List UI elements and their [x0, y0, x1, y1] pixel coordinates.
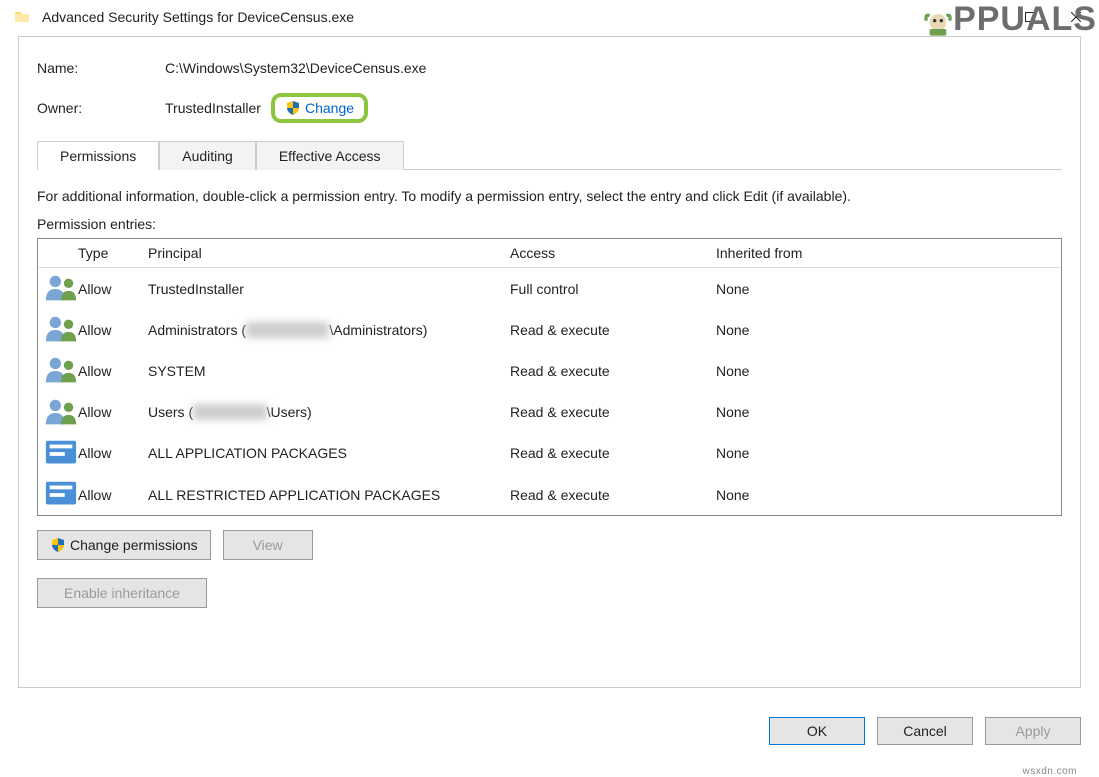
dialog-buttons: OK Cancel Apply	[769, 717, 1081, 745]
cancel-button[interactable]: Cancel	[877, 717, 973, 745]
cell-principal: ALL APPLICATION PACKAGES	[148, 445, 510, 461]
permission-table: Type Principal Access Inherited from All…	[37, 238, 1062, 516]
cell-access: Read & execute	[510, 363, 716, 379]
tab-auditing[interactable]: Auditing	[159, 141, 256, 170]
folder-icon	[14, 9, 30, 25]
people-icon	[44, 372, 78, 388]
cell-principal: TrustedInstaller	[148, 281, 510, 297]
shield-icon	[50, 537, 66, 553]
ok-button[interactable]: OK	[769, 717, 865, 745]
watermark: wsxdn.com	[1022, 766, 1077, 777]
change-permissions-button[interactable]: Change permissions	[37, 530, 211, 560]
change-label: Change	[305, 100, 354, 116]
change-permissions-label: Change permissions	[70, 537, 198, 553]
enable-inheritance-button[interactable]: Enable inheritance	[37, 578, 207, 608]
cell-type: Allow	[78, 404, 148, 420]
dialog-content: Name: C:\Windows\System32\DeviceCensus.e…	[18, 36, 1081, 688]
cell-type: Allow	[78, 363, 148, 379]
apply-button[interactable]: Apply	[985, 717, 1081, 745]
window-title: Advanced Security Settings for DeviceCen…	[42, 9, 1007, 25]
owner-value: TrustedInstaller	[165, 100, 261, 116]
table-header: Type Principal Access Inherited from	[38, 239, 1061, 268]
shield-icon	[285, 100, 301, 116]
tab-effective-access[interactable]: Effective Access	[256, 141, 404, 170]
cell-principal: SYSTEM	[148, 363, 510, 379]
package-icon	[44, 454, 78, 470]
cell-inherited: None	[716, 487, 1055, 503]
table-row[interactable]: AllowSYSTEMRead & executeNone	[38, 350, 1061, 391]
package-icon	[44, 495, 78, 511]
cell-access: Read & execute	[510, 404, 716, 420]
view-button[interactable]: View	[223, 530, 313, 560]
col-inherited[interactable]: Inherited from	[716, 245, 1055, 261]
cell-type: Allow	[78, 322, 148, 338]
table-row[interactable]: AllowAdministrators (████████\Administra…	[38, 309, 1061, 350]
owner-row: Owner: TrustedInstaller Change	[37, 93, 1062, 123]
cell-access: Full control	[510, 281, 716, 297]
cell-type: Allow	[78, 487, 148, 503]
cell-access: Read & execute	[510, 487, 716, 503]
tabs: Permissions Auditing Effective Access	[37, 141, 1062, 170]
cell-principal: Administrators (████████\Administrators)	[148, 322, 510, 338]
cell-principal: Users (███████\Users)	[148, 404, 510, 420]
info-text: For additional information, double-click…	[37, 188, 1062, 204]
people-icon	[44, 330, 78, 346]
owner-label: Owner:	[37, 100, 165, 116]
people-icon	[44, 413, 78, 429]
name-value: C:\Windows\System32\DeviceCensus.exe	[165, 60, 426, 76]
cell-inherited: None	[716, 445, 1055, 461]
tab-permissions[interactable]: Permissions	[37, 141, 159, 170]
close-button[interactable]	[1053, 0, 1099, 34]
name-label: Name:	[37, 60, 165, 76]
cell-access: Read & execute	[510, 445, 716, 461]
entries-label: Permission entries:	[37, 216, 1062, 232]
change-owner-link[interactable]: Change	[271, 93, 368, 123]
cell-inherited: None	[716, 404, 1055, 420]
cell-principal: ALL RESTRICTED APPLICATION PACKAGES	[148, 487, 510, 503]
people-icon	[44, 289, 78, 305]
col-principal[interactable]: Principal	[148, 245, 510, 261]
cell-type: Allow	[78, 281, 148, 297]
titlebar: Advanced Security Settings for DeviceCen…	[0, 0, 1099, 34]
cell-inherited: None	[716, 281, 1055, 297]
cell-type: Allow	[78, 445, 148, 461]
cell-inherited: None	[716, 322, 1055, 338]
cell-access: Read & execute	[510, 322, 716, 338]
col-access[interactable]: Access	[510, 245, 716, 261]
name-row: Name: C:\Windows\System32\DeviceCensus.e…	[37, 53, 1062, 83]
cell-inherited: None	[716, 363, 1055, 379]
col-type[interactable]: Type	[78, 245, 148, 261]
table-row[interactable]: AllowALL APPLICATION PACKAGESRead & exec…	[38, 433, 1061, 474]
table-row[interactable]: AllowUsers (███████\Users)Read & execute…	[38, 392, 1061, 433]
table-row[interactable]: AllowTrustedInstallerFull controlNone	[38, 268, 1061, 309]
table-row[interactable]: AllowALL RESTRICTED APPLICATION PACKAGES…	[38, 474, 1061, 515]
maximize-button[interactable]	[1007, 0, 1053, 34]
